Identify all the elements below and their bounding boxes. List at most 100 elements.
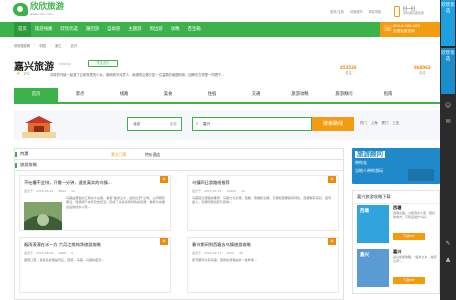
picks-rail-button-2[interactable]: 欣欣优选 xyxy=(441,48,455,94)
qq-icon[interactable]: ☺ xyxy=(444,102,452,110)
advisor-ad-banner[interactable]: 旅游顾问 带你去 当地人带你游玩 xyxy=(352,148,440,184)
top-links: 登录/注册 切换城市 网站导航 xyxy=(330,9,381,14)
crumb-province[interactable]: 浙江 xyxy=(55,43,61,48)
sun-icon: ☀ xyxy=(16,71,21,77)
city-header: 嘉兴旅游 Jiaxing 关注嘉兴 ☀ 2°C 浓厚的乌镇一起漫了云和夜里的少女，… xyxy=(14,58,440,80)
site-nav-link[interactable]: 网站导航 xyxy=(369,9,382,14)
app-download[interactable]: 扫一扫 手机游玩更优惠 xyxy=(394,3,440,19)
city-landmark-illustration xyxy=(22,116,56,138)
stat-follow-value: 453526 xyxy=(340,65,357,70)
city-pinyin: Jiaxing xyxy=(59,62,71,66)
guide-cover[interactable]: 嘉兴 xyxy=(357,249,389,287)
search-button[interactable]: 搜索路线 xyxy=(312,117,354,131)
stat-follow: 453526 关注 xyxy=(340,65,357,75)
switch-city-link[interactable]: 切换城市 xyxy=(350,9,363,14)
city-blurb: 浓厚的乌镇一起漫了云和夜里的少女，倒映着写诗意人 · 南湖的云烟又如一位温柔的南… xyxy=(50,73,225,77)
download-desc: 嘉兴旅游攻略，"鱼米之乡，丝绸之府"... xyxy=(393,255,437,263)
card-desc: 乌镇是典型的江南水乡古镇，素有"鱼米之乡，丝绸之府"之称。从周朝到明清，悠悠两千… xyxy=(66,196,165,209)
tab-manual[interactable]: 指南 xyxy=(366,88,410,102)
top-bar: 欣欣旅游 www.cncn.com 登录/注册 切换城市 网站导航 扫一扫 手机游… xyxy=(0,0,440,22)
login-link[interactable]: 登录/注册 xyxy=(330,9,344,14)
guide-card[interactable]: 不吐槽不会排，只需一分钟，速览真实的乌镇... 发表于：2016-06-11 86… xyxy=(19,175,171,231)
tab-hotel[interactable]: 住宿 xyxy=(190,88,234,102)
card-views: 15900 xyxy=(226,189,236,193)
feedback-icon[interactable]: ✎ xyxy=(444,240,452,248)
card-date: 发表于：2015-08-09 xyxy=(24,251,54,255)
download-desc: 西塘古镇，小桥流水人家，很好的地方，不知道说什么好... xyxy=(393,211,436,219)
nav-item-group[interactable]: 跟团游 xyxy=(82,22,103,37)
hot-searches: 热门 上海 厦门 三亚 xyxy=(360,120,399,125)
tab-food[interactable]: 美食 xyxy=(146,88,190,102)
card-title[interactable]: 乌镇四日游路线推荐 xyxy=(192,180,322,186)
guide-card[interactable]: 春节期间到西塘去乌镇旅游攻略 发表于：2016-02-11 4000 26 精 春节… xyxy=(187,237,339,293)
breadcrumb: 欣欣旅游网 › 中国 › 浙江 › 嘉兴 xyxy=(14,43,77,48)
downloads-title: 嘉兴旅游攻略下载 xyxy=(353,191,439,204)
city-tabs: 首页 景点 线路 美食 住宿 交通 旅游攻略 旅游顾问 指南 xyxy=(14,88,440,104)
nav-item-box[interactable]: 百宝箱 xyxy=(184,22,205,37)
stat-visited: 868063 去过 xyxy=(414,65,431,75)
picks-rail-button[interactable]: 欣欣优选 xyxy=(441,0,455,46)
sidebar: 旅游顾问 带你去 当地人带你游玩 嘉兴旅游攻略下载 西塘 西塘 西塘古镇，小桥流… xyxy=(352,148,440,300)
hot-link[interactable]: 厦门 xyxy=(382,120,389,125)
nav-item-guide[interactable]: 攻略 xyxy=(167,22,184,37)
section-title: 特惠 xyxy=(20,151,29,156)
nav-item-self[interactable]: 自助游 xyxy=(103,22,124,37)
nav-item-home[interactable]: 首页 xyxy=(14,22,31,37)
tab-home[interactable]: 首页 xyxy=(14,88,58,102)
card-title[interactable]: 春节期间到西塘去乌镇旅游攻略 xyxy=(192,242,322,248)
search-bar: 北京 出发 ⌕ 嘉兴 搜索路线 热门 上海 厦门 三亚 xyxy=(14,110,440,140)
stat-visited-label: 去过 xyxy=(419,71,426,75)
guides-title: 旅游攻略 xyxy=(20,162,37,167)
nav-item-routes[interactable]: 旅游线路 xyxy=(31,22,57,37)
ad-line1: 带你去 xyxy=(355,160,367,165)
hotline-number: 400-6-166-166 xyxy=(393,24,420,28)
wechat-icon[interactable]: ✉ xyxy=(444,118,452,126)
hot-link[interactable]: 上海 xyxy=(371,120,378,125)
tab-guides[interactable]: 旅游攻略 xyxy=(278,88,322,102)
card-title[interactable]: 不吐槽不会排，只需一分钟，速览真实的乌镇... xyxy=(24,180,154,186)
temperature: 2°C xyxy=(23,72,30,76)
download-item: 嘉兴 嘉兴 嘉兴旅游攻略，"鱼米之乡，丝绸之府"... 下载PDF xyxy=(357,249,437,287)
card-comments: 26 xyxy=(239,251,243,255)
crumb-city: 嘉兴 xyxy=(70,44,77,48)
skyline-graphic xyxy=(408,169,434,181)
hotline: 400-6-166-166全国免费咨询 xyxy=(380,22,440,37)
tab-routes[interactable]: 线路 xyxy=(102,88,146,102)
site-logo[interactable]: 欣欣旅游 www.cncn.com xyxy=(13,3,64,16)
app-sub: 手机游玩更优惠 xyxy=(403,11,425,15)
main-nav: 首页 旅游线路 欣欣优选 跟团游 自助游 主题游 周边游 攻略 百宝箱 400-… xyxy=(0,22,440,37)
main-content: 特惠 景点门票 特价酒店 旅游攻略 不吐槽不会排，只需一分钟，速览真实的乌镇..… xyxy=(14,148,344,300)
follow-button[interactable]: 关注嘉兴 xyxy=(88,60,118,67)
featured-badge: 精 xyxy=(160,176,168,183)
guide-cover[interactable]: 西塘 xyxy=(357,205,389,243)
download-pdf-button[interactable]: 下载PDF xyxy=(393,233,425,240)
tab-sights[interactable]: 景点 xyxy=(58,88,102,102)
nav-item-picks[interactable]: 欣欣优选 xyxy=(56,22,82,37)
back-to-top-icon[interactable]: ▲ xyxy=(444,256,452,264)
card-title[interactable]: 烟雨濛濛在水一方 六月江南纯净旅游攻略 xyxy=(24,242,154,248)
tab-traffic[interactable]: 交通 xyxy=(234,88,278,102)
nav-item-theme[interactable]: 主题游 xyxy=(124,22,145,37)
download-pdf-button[interactable]: 下载PDF xyxy=(393,277,425,284)
guide-card[interactable]: 乌镇四日游路线推荐 发表于：2015-07-15 15900 16 精 乌镇四日游路… xyxy=(187,175,339,231)
featured-badge: 精 xyxy=(328,176,336,183)
search-query: 嘉兴 xyxy=(203,122,211,126)
departure-city-select[interactable]: 北京 出发 xyxy=(127,117,182,131)
card-comments: 9 xyxy=(71,251,73,255)
guide-card[interactable]: 烟雨濛濛在水一方 六月江南纯净旅游攻略 发表于：2015-08-09 9868 9 … xyxy=(19,237,171,293)
tab-advisor[interactable]: 旅游顾问 xyxy=(322,88,366,102)
guide-list: 不吐槽不会排，只需一分钟，速览真实的乌镇... 发表于：2016-06-11 86… xyxy=(15,171,345,300)
floating-rail: 欣欣优选 欣欣优选 ☺ ✉ ✎ ▲ xyxy=(440,0,456,300)
tab-tickets[interactable]: 景点门票 xyxy=(111,152,126,158)
crumb-country[interactable]: 中国 xyxy=(39,43,45,48)
hot-link[interactable]: 三亚 xyxy=(392,120,399,125)
card-views: 8690 xyxy=(58,189,67,193)
nav-item-nearby[interactable]: 周边游 xyxy=(146,22,167,37)
crumb-home[interactable]: 欣欣旅游网 xyxy=(14,43,30,48)
stat-visited-value: 868063 xyxy=(414,65,431,70)
card-comments: 12 xyxy=(71,189,75,193)
tab-hotels[interactable]: 特价酒店 xyxy=(145,152,160,158)
search-input[interactable]: ⌕ 嘉兴 xyxy=(192,117,312,131)
ad-title: 旅游顾问 xyxy=(355,150,385,158)
card-desc: 烟雨江南，最有名的便是周庄，西塘，乌镇，乌镇的夜景... xyxy=(24,258,105,262)
